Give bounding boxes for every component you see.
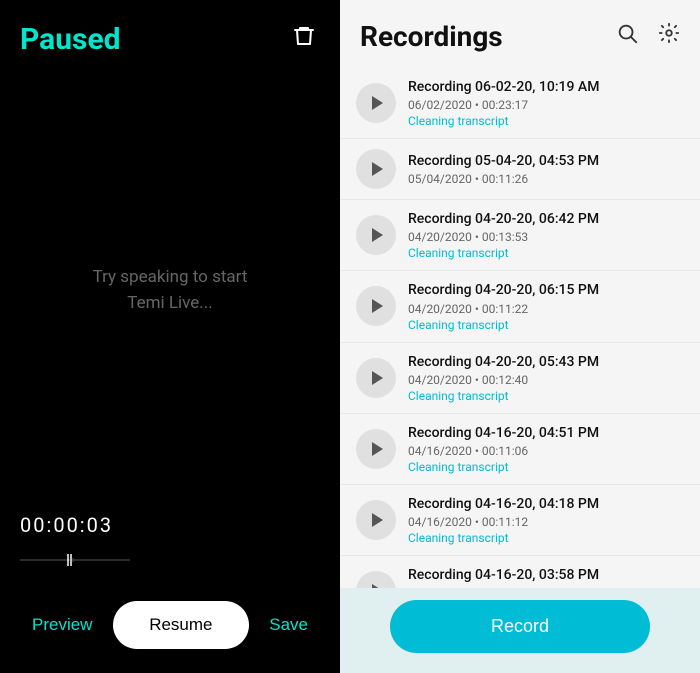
timer-area: 00:00:03 xyxy=(0,513,340,585)
recording-info: Recording 04-16-20, 04:18 PM 04/16/2020 •… xyxy=(408,495,684,545)
recordings-title: Recordings xyxy=(360,20,503,53)
recording-info: Recording 05-04-20, 04:53 PM 05/04/2020 •… xyxy=(408,152,684,186)
header-icons xyxy=(612,18,684,54)
recording-status: Cleaning transcript xyxy=(408,389,684,403)
recording-date: 04/16/2020 • 00:11:06 xyxy=(408,444,684,458)
list-item[interactable]: Recording 04-16-20, 04:18 PM 04/16/2020 •… xyxy=(340,485,700,556)
record-button[interactable]: Record xyxy=(390,600,650,653)
play-button[interactable] xyxy=(356,429,396,469)
recording-date: 06/02/2020 • 00:23:17 xyxy=(408,98,684,112)
search-button[interactable] xyxy=(612,18,642,54)
right-header: Recordings xyxy=(340,0,700,64)
play-icon xyxy=(372,442,383,456)
right-panel: Recordings Recording 06-02-20, 10:19 AM 0… xyxy=(340,0,700,673)
recording-date: 04/20/2020 • 00:11:22 xyxy=(408,302,684,316)
play-icon xyxy=(372,299,383,313)
recording-name: Recording 06-02-20, 10:19 AM xyxy=(408,78,684,96)
delete-button[interactable] xyxy=(288,20,320,58)
timer-display: 00:00:03 xyxy=(20,513,320,537)
left-header: Paused xyxy=(0,0,340,68)
recordings-list: Recording 06-02-20, 10:19 AM 06/02/2020 •… xyxy=(340,64,700,588)
recording-date: 04/20/2020 • 00:13:53 xyxy=(408,230,684,244)
recording-info: Recording 04-20-20, 06:15 PM 04/20/2020 •… xyxy=(408,281,684,331)
list-item[interactable]: Recording 05-04-20, 04:53 PM 05/04/2020 •… xyxy=(340,139,700,200)
play-icon xyxy=(372,228,383,242)
recording-name: Recording 04-20-20, 05:43 PM xyxy=(408,353,684,371)
play-icon xyxy=(372,513,383,527)
recording-info: Recording 04-16-20, 03:58 PM04/16/2020 •… xyxy=(408,566,684,588)
recording-name: Recording 05-04-20, 04:53 PM xyxy=(408,152,684,170)
list-item[interactable]: Recording 06-02-20, 10:19 AM 06/02/2020 •… xyxy=(340,68,700,139)
recording-status: Cleaning transcript xyxy=(408,318,684,332)
save-button[interactable]: Save xyxy=(261,607,316,643)
resume-button[interactable]: Resume xyxy=(113,601,248,649)
settings-button[interactable] xyxy=(654,18,684,54)
play-button[interactable] xyxy=(356,358,396,398)
list-item[interactable]: Recording 04-20-20, 06:15 PM 04/20/2020 •… xyxy=(340,271,700,342)
list-item[interactable]: Recording 04-16-20, 04:51 PM 04/16/2020 •… xyxy=(340,414,700,485)
play-icon xyxy=(372,96,383,110)
left-panel: Paused Try speaking to start Temi Live..… xyxy=(0,0,340,673)
recording-name: Recording 04-16-20, 03:58 PM xyxy=(408,566,684,584)
right-footer: Record xyxy=(340,588,700,673)
preview-button[interactable]: Preview xyxy=(24,607,100,643)
recording-status: Cleaning transcript xyxy=(408,114,684,128)
play-icon xyxy=(372,162,383,176)
recording-info: Recording 06-02-20, 10:19 AM 06/02/2020 •… xyxy=(408,78,684,128)
recording-info: Recording 04-20-20, 06:42 PM 04/20/2020 •… xyxy=(408,210,684,260)
speaking-hint: Try speaking to start Temi Live... xyxy=(93,265,248,316)
recording-name: Recording 04-16-20, 04:51 PM xyxy=(408,424,684,442)
speaking-hint-area: Try speaking to start Temi Live... xyxy=(0,68,340,513)
recording-name: Recording 04-16-20, 04:18 PM xyxy=(408,495,684,513)
play-button[interactable] xyxy=(356,571,396,588)
play-button[interactable] xyxy=(356,286,396,326)
recording-date: 04/20/2020 • 00:12:40 xyxy=(408,373,684,387)
play-button[interactable] xyxy=(356,215,396,255)
recording-info: Recording 04-16-20, 04:51 PM 04/16/2020 •… xyxy=(408,424,684,474)
recording-name: Recording 04-20-20, 06:15 PM xyxy=(408,281,684,299)
paused-title: Paused xyxy=(20,22,121,57)
recording-status: Cleaning transcript xyxy=(408,246,684,260)
recording-status: Cleaning transcript xyxy=(408,531,684,545)
list-item[interactable]: Recording 04-16-20, 03:58 PM04/16/2020 •… xyxy=(340,556,700,588)
play-button[interactable] xyxy=(356,149,396,189)
play-button[interactable] xyxy=(356,83,396,123)
recording-info: Recording 04-20-20, 05:43 PM 04/20/2020 •… xyxy=(408,353,684,403)
play-button[interactable] xyxy=(356,500,396,540)
recording-status: Cleaning transcript xyxy=(408,460,684,474)
play-icon xyxy=(372,371,383,385)
recording-date: 04/16/2020 • 00:11:12 xyxy=(408,515,684,529)
waveform xyxy=(20,545,320,575)
list-item[interactable]: Recording 04-20-20, 05:43 PM 04/20/2020 •… xyxy=(340,343,700,414)
recording-name: Recording 04-20-20, 06:42 PM xyxy=(408,210,684,228)
left-footer: Preview Resume Save xyxy=(0,585,340,673)
recording-date: 05/04/2020 • 00:11:26 xyxy=(408,172,684,186)
list-item[interactable]: Recording 04-20-20, 06:42 PM 04/20/2020 •… xyxy=(340,200,700,271)
